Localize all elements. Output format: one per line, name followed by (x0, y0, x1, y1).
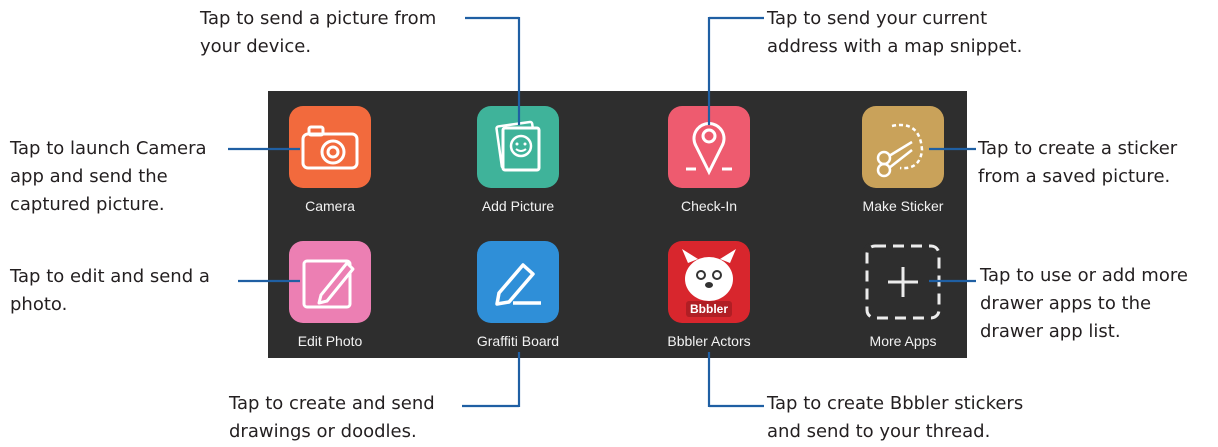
leader-lines (228, 16, 976, 408)
